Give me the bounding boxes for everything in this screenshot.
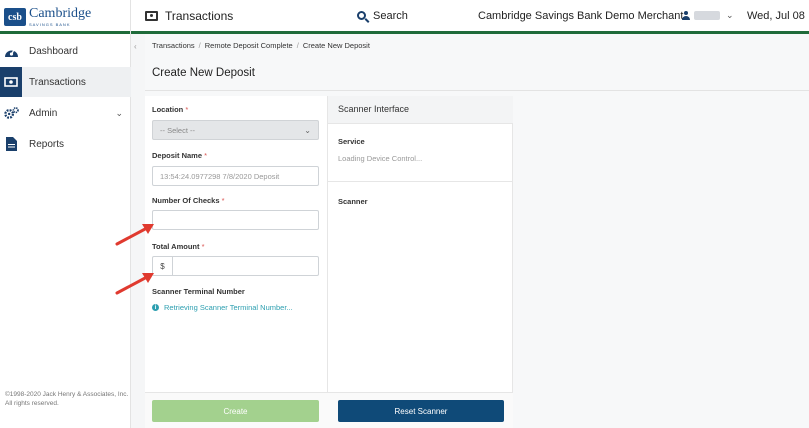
scanner-interface-title: Scanner Interface: [328, 96, 513, 124]
top-nav-transactions[interactable]: Transactions: [145, 0, 233, 31]
breadcrumb-current: Create New Deposit: [302, 41, 370, 50]
sidebar-item-label: Admin: [29, 107, 58, 119]
annotation-arrow-icon: [115, 273, 154, 295]
scanner-footer: Reset Scanner: [328, 392, 513, 428]
top-nav-transactions-label: Transactions: [165, 8, 234, 23]
logo-name: Cambridge: [29, 6, 92, 21]
breadcrumb-separator: /: [296, 41, 299, 50]
scanner-service-section: Service Loading Device Control...: [328, 124, 513, 182]
sidebar-item-label: Reports: [29, 138, 65, 150]
reset-scanner-button[interactable]: Reset Scanner: [338, 400, 504, 422]
scanner-terminal-label: Scanner Terminal Number: [152, 287, 245, 296]
required-mark: *: [185, 105, 189, 114]
sidebar-item-admin[interactable]: Admin ⌄: [0, 98, 131, 128]
chevron-down-icon: ⌄: [304, 126, 311, 135]
sidebar-item-dashboard[interactable]: Dashboard: [0, 36, 131, 66]
deposit-form: Location * -- Select -- ⌄ Deposit Name *…: [145, 96, 328, 428]
total-amount-input[interactable]: $: [152, 256, 319, 276]
service-status: Loading Device Control...: [338, 154, 423, 163]
sidebar-item-reports[interactable]: Reports: [0, 129, 131, 159]
gears-icon: [4, 106, 19, 121]
dashboard-icon: [4, 44, 19, 59]
money-icon: [0, 67, 22, 97]
merchant-selector[interactable]: Cambridge Savings Bank Demo Merchant: [478, 0, 683, 31]
logo-subtitle: SAVINGS BANK: [29, 22, 71, 27]
deposit-name-label: Deposit Name *: [152, 151, 208, 160]
location-label: Location *: [152, 105, 189, 114]
breadcrumb-separator: /: [198, 41, 201, 50]
page-title: Create New Deposit: [152, 67, 255, 79]
scanner-interface-panel: Scanner Interface Service Loading Device…: [328, 96, 513, 428]
number-of-checks-input[interactable]: [152, 210, 319, 230]
create-button[interactable]: Create: [152, 400, 319, 422]
breadcrumb-link-transactions[interactable]: Transactions: [152, 41, 195, 50]
title-divider: [145, 90, 809, 91]
chevron-left-icon: ‹: [134, 42, 137, 51]
location-select[interactable]: -- Select -- ⌄: [152, 120, 319, 140]
top-search-label: Search: [373, 9, 408, 22]
user-name-redacted: [694, 11, 720, 20]
service-label: Service: [338, 137, 365, 146]
sidebar-item-label: Dashboard: [29, 45, 78, 57]
chevron-down-icon: ⌄: [726, 10, 734, 20]
required-mark: *: [221, 196, 225, 205]
user-menu[interactable]: ⌄: [682, 0, 734, 31]
annotation-arrow-icon: [115, 224, 154, 246]
currency-prefix: $: [153, 257, 173, 275]
sidebar-item-transactions[interactable]: Transactions: [0, 67, 131, 97]
info-icon: i: [152, 304, 159, 311]
logo-text: Cambridge SAVINGS BANK: [29, 6, 92, 28]
top-bar: csb Cambridge SAVINGS BANK Transactions …: [0, 0, 809, 34]
location-select-value: -- Select --: [160, 126, 196, 135]
current-date: Wed, Jul 08: [747, 9, 805, 22]
form-footer: Create: [145, 392, 328, 428]
top-search-button[interactable]: Search: [357, 0, 408, 31]
money-icon: [145, 10, 158, 21]
total-amount-label: Total Amount *: [152, 242, 205, 251]
logo-mark: csb: [4, 8, 26, 26]
breadcrumb-link-remote-deposit-complete[interactable]: Remote Deposit Complete: [205, 41, 293, 50]
chevron-down-icon: ⌄: [115, 107, 123, 118]
scanner-label: Scanner: [338, 197, 368, 206]
breadcrumb: Transactions / Remote Deposit Complete / Cre…: [152, 41, 370, 50]
bank-logo[interactable]: csb Cambridge SAVINGS BANK: [0, 0, 131, 34]
number-of-checks-label: Number Of Checks *: [152, 196, 225, 205]
scanner-terminal-status-text: Retrieving Scanner Terminal Number...: [164, 303, 293, 312]
sidebar-item-label: Transactions: [29, 76, 86, 88]
document-icon: [4, 137, 19, 152]
copyright-text: ©1998-2020 Jack Henry & Associates, Inc.…: [5, 391, 129, 407]
required-mark: *: [201, 242, 205, 251]
sidebar: Dashboard Transactions Admin ⌄ Reports ©…: [0, 34, 131, 428]
user-icon: [682, 11, 690, 20]
required-mark: *: [204, 151, 208, 160]
search-icon: [357, 11, 366, 20]
scanner-terminal-status: i Retrieving Scanner Terminal Number...: [152, 303, 293, 312]
deposit-name-input[interactable]: 13:54:24.0977298 7/8/2020 Deposit: [152, 166, 319, 186]
